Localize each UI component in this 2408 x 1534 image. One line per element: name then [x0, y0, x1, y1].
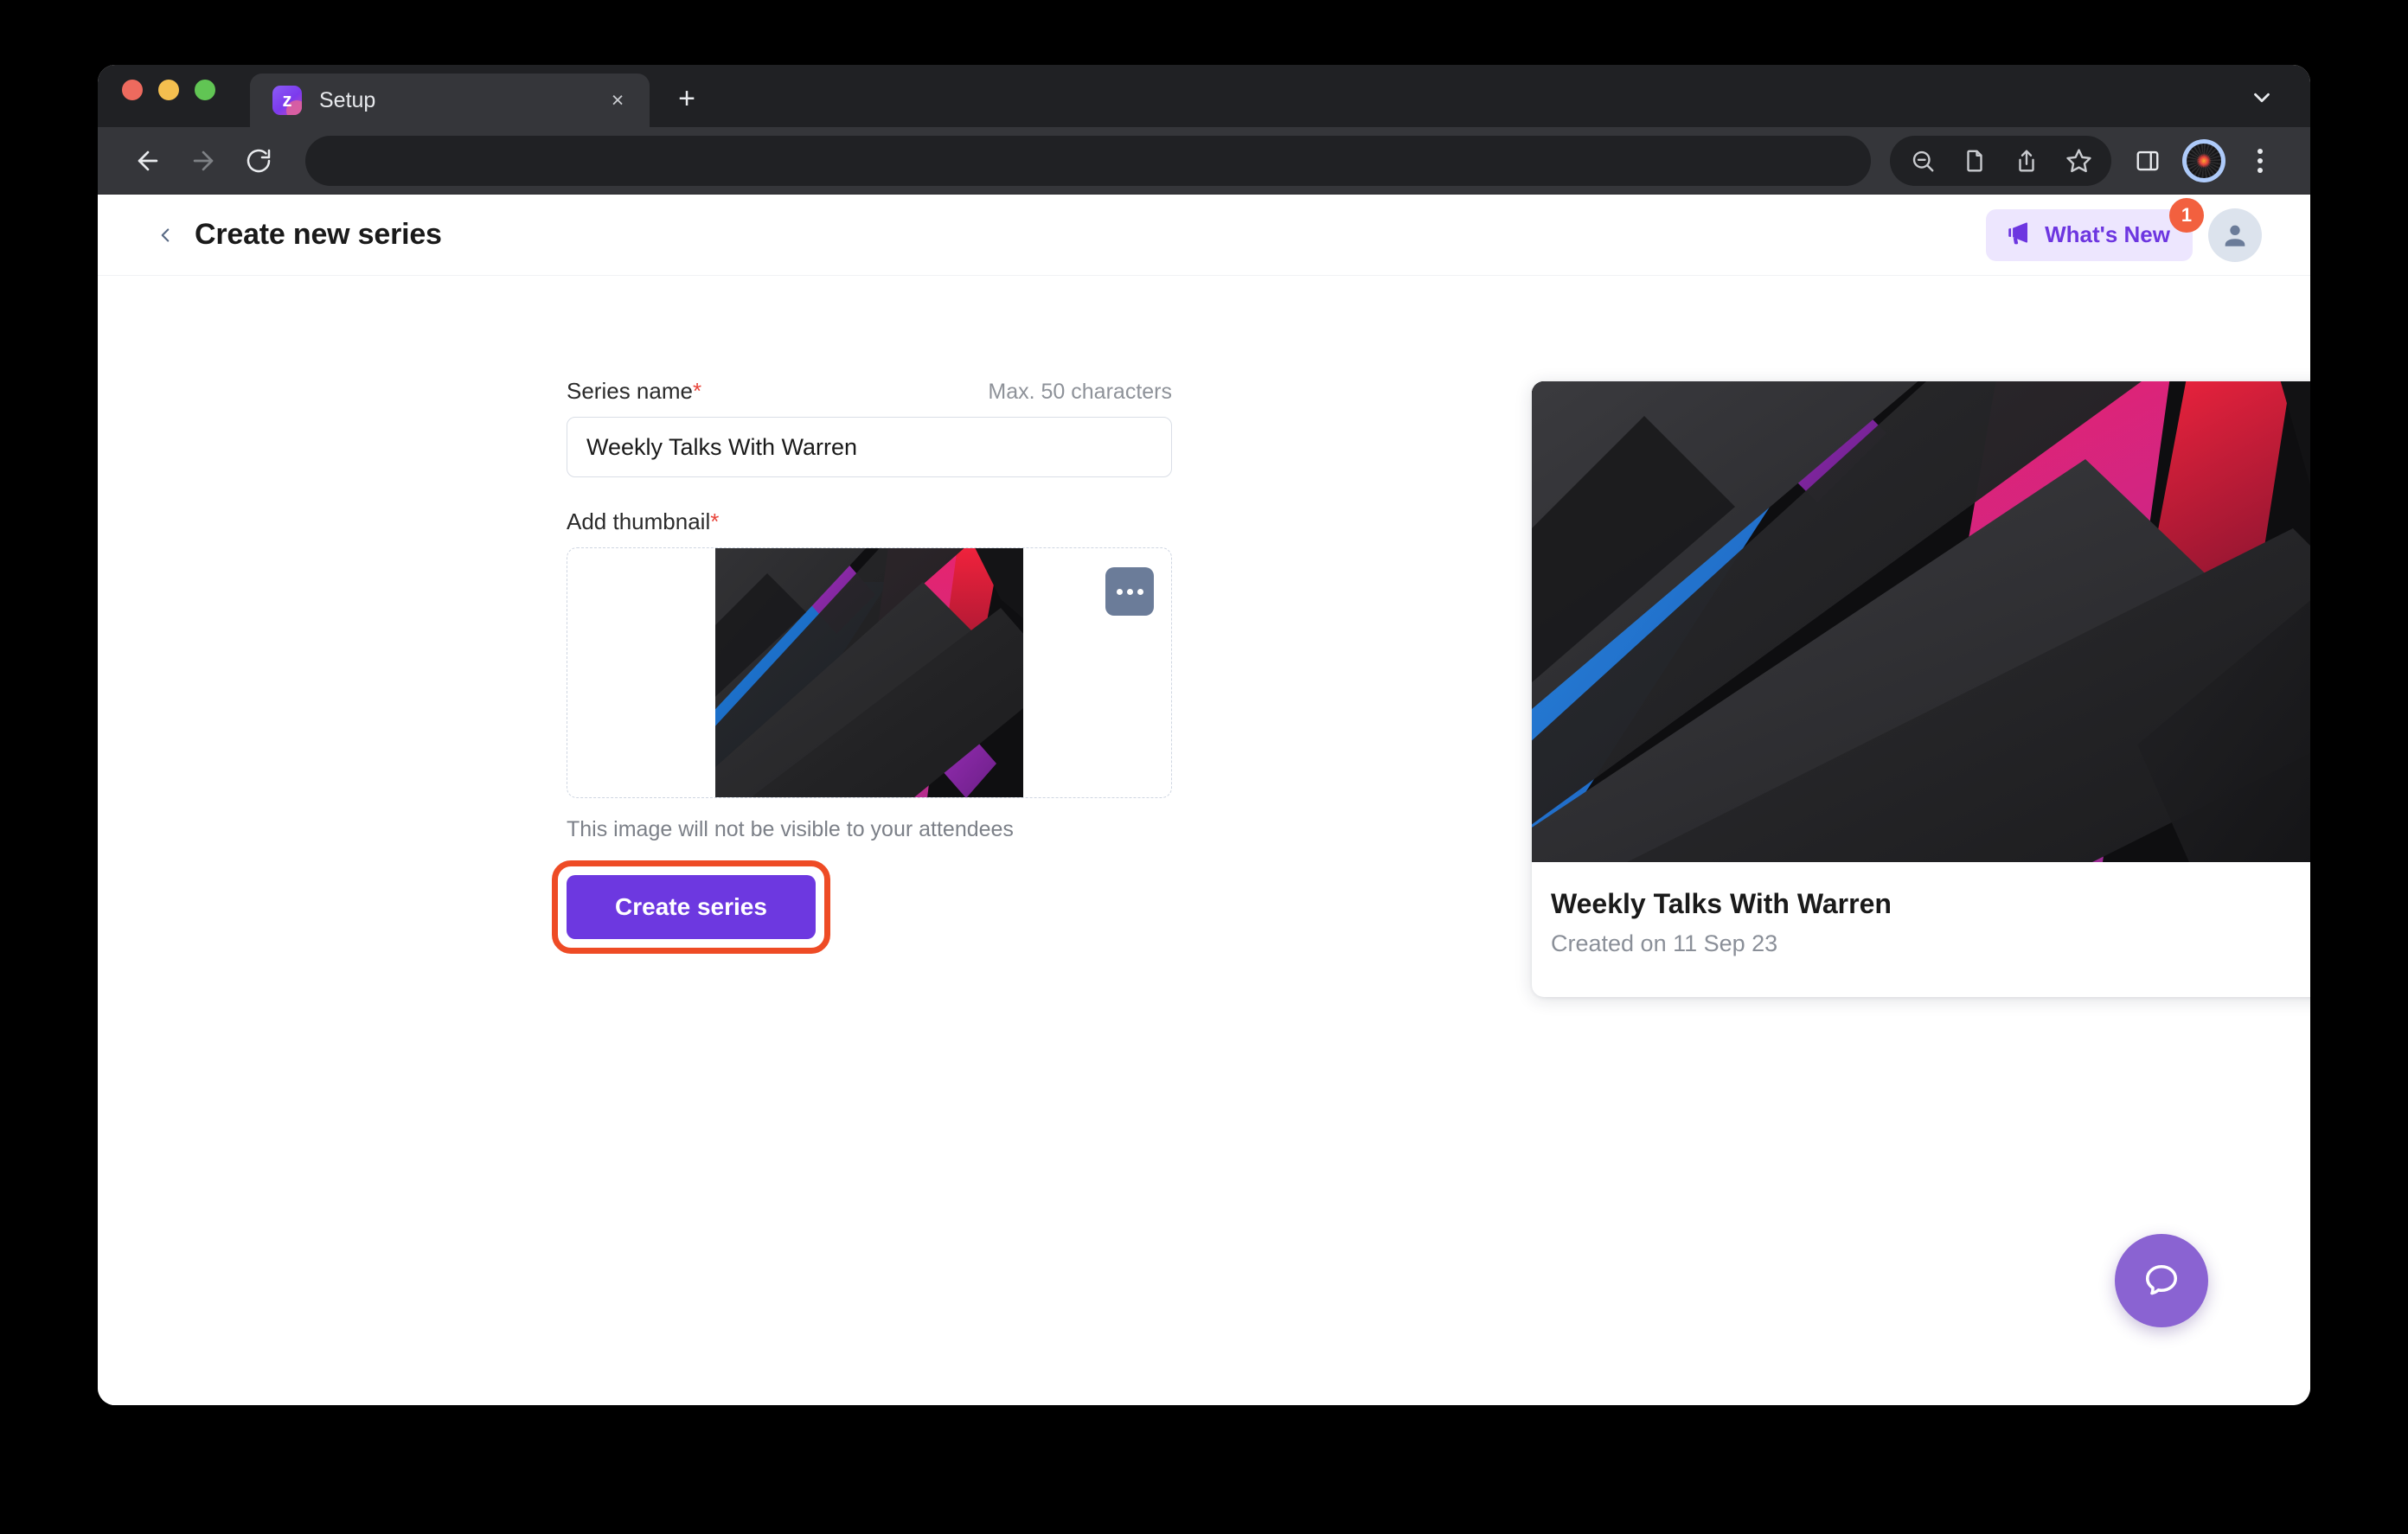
whats-new-badge: 1: [2169, 197, 2204, 233]
window-traffic-lights: [122, 65, 215, 127]
tab-favicon-icon: z: [272, 86, 302, 115]
preview-card-subtitle: Created on 11 Sep 23: [1551, 930, 1778, 956]
thumbnail-helper-text: This image will not be visible to your a…: [567, 817, 1014, 841]
tab-title: Setup: [319, 87, 376, 112]
required-marker: *: [710, 508, 720, 534]
reload-icon[interactable]: [231, 133, 286, 189]
whats-new-button[interactable]: What's New 1: [1986, 197, 2204, 261]
required-marker: *: [692, 378, 702, 404]
series-name-max-hint: Max. 50 characters: [988, 380, 1172, 404]
series-name-input[interactable]: [567, 417, 1172, 477]
browser-toolbar: [98, 127, 2310, 195]
app-page: Create new series What's New 1 Series na…: [98, 195, 2310, 1405]
back-arrow-icon[interactable]: [120, 133, 176, 189]
tab-list-chevron-down-icon[interactable]: [2243, 79, 2281, 117]
series-preview-image: [1532, 381, 2310, 862]
kebab-menu-icon[interactable]: [2236, 137, 2284, 185]
new-tab-button[interactable]: +: [669, 80, 705, 117]
person-icon: [2225, 225, 2245, 246]
thumbnail-dropzone[interactable]: [567, 547, 1172, 798]
create-series-button[interactable]: Create series: [567, 875, 816, 939]
whats-new-label: What's New: [2045, 221, 2170, 247]
bookmark-star-icon[interactable]: [2054, 137, 2103, 185]
add-thumbnail-label: Add thumbnail*: [567, 508, 720, 534]
user-avatar-button[interactable]: [2208, 208, 2262, 262]
chat-bubble-icon: [2145, 1264, 2178, 1295]
series-name-label: Series name*: [567, 378, 702, 404]
close-tab-icon[interactable]: ×: [603, 86, 632, 115]
header-actions: What's New 1: [1986, 197, 2262, 262]
favicon-letter: z: [282, 89, 292, 111]
browser-tab-strip: z Setup × +: [98, 65, 2310, 127]
app-page-header: Create new series What's New 1: [98, 195, 2310, 276]
series-preview-card[interactable]: Weekly Talks With Warren Created on 11 S…: [1532, 381, 2310, 997]
page-title: Create new series: [195, 218, 442, 251]
toolbar-action-pill: [1890, 135, 2111, 186]
browser-tab[interactable]: z Setup ×: [250, 74, 650, 127]
maximize-window-button[interactable]: [195, 80, 215, 100]
series-name-label-row: Series name* Max. 50 characters: [567, 378, 1172, 405]
side-panel-icon[interactable]: [2123, 137, 2172, 185]
toolbar-actions: [1890, 135, 2284, 186]
close-window-button[interactable]: [122, 80, 143, 100]
thumbnail-options-button[interactable]: [1105, 567, 1154, 616]
minimize-window-button[interactable]: [158, 80, 179, 100]
reader-page-icon[interactable]: [1950, 137, 1999, 185]
help-chat-button[interactable]: [2115, 1234, 2208, 1327]
share-icon[interactable]: [2002, 137, 2051, 185]
back-chevron-left-icon[interactable]: [148, 218, 183, 252]
zoom-out-icon[interactable]: [1899, 137, 1947, 185]
create-series-form: Series name* Max. 50 characters Add thum…: [552, 378, 1172, 1405]
browser-window: z Setup × + Create new series What's New…: [98, 65, 2310, 1405]
create-series-button-wrapper: Create series: [552, 860, 830, 954]
megaphone-icon: [2005, 219, 2033, 251]
address-bar[interactable]: [305, 135, 1871, 186]
page-body: Series name* Max. 50 characters Add thum…: [98, 276, 2310, 1405]
thumbnail-image: [715, 548, 1023, 797]
forward-arrow-icon[interactable]: [176, 133, 231, 189]
preview-card-title: Weekly Talks With Warren: [1551, 888, 1892, 919]
profile-avatar-icon[interactable]: [2182, 138, 2225, 182]
